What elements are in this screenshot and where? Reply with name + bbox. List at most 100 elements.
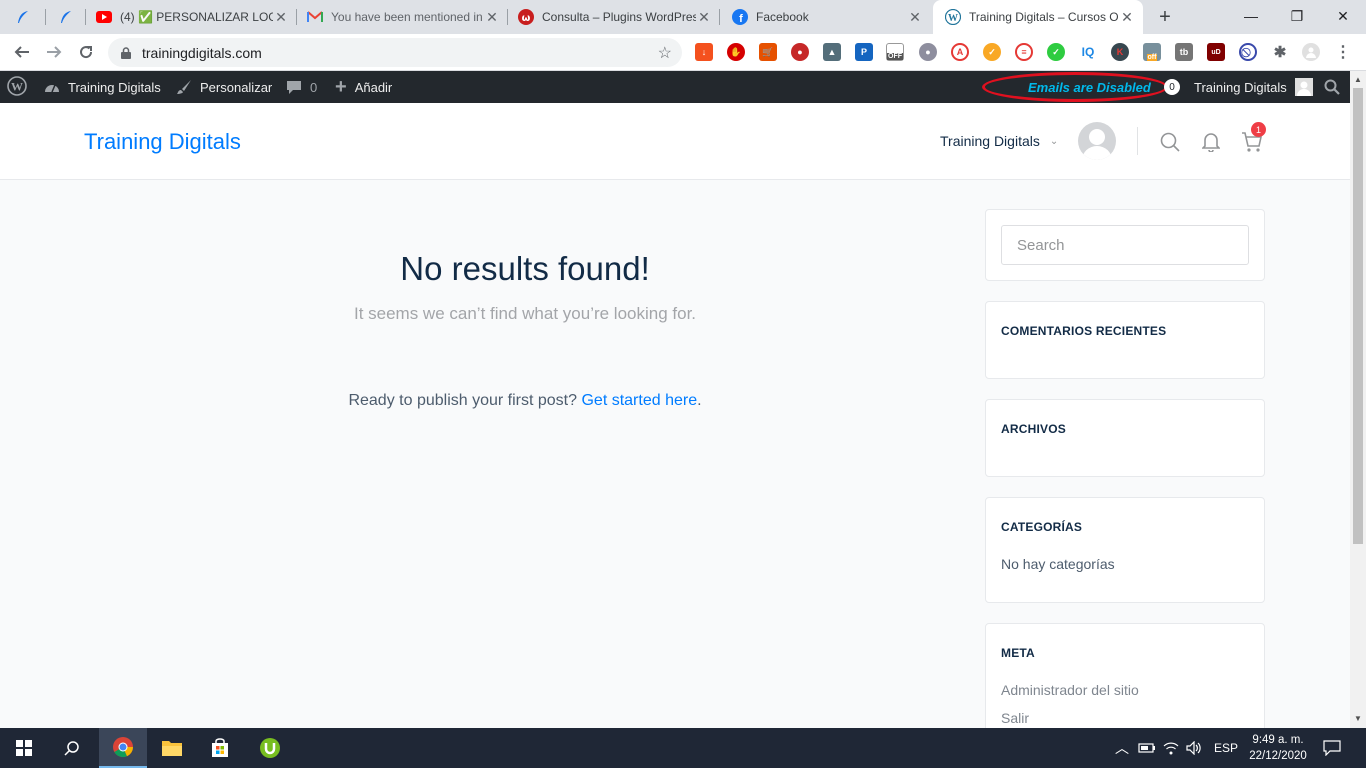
customize-label: Personalizar (200, 79, 273, 95)
stop-extension-icon[interactable]: ✋ (727, 43, 745, 61)
feather-icon (58, 9, 74, 25)
puzzle-extensions-icon[interactable]: ✱ (1271, 43, 1289, 61)
close-window-button[interactable]: ✕ (1320, 0, 1366, 32)
header-search-button[interactable] (1159, 131, 1181, 153)
close-tab-icon[interactable]: ✕ (907, 9, 923, 26)
wp-logo-menu[interactable]: W (7, 71, 27, 103)
no-categories-text: No hay categorías (1001, 556, 1115, 572)
list-extension-icon[interactable]: ≡ (1015, 43, 1033, 61)
scrollbar-thumb[interactable] (1353, 88, 1363, 544)
add-new-menu[interactable]: + Añadir (335, 71, 392, 103)
chevron-up-icon: ︿ (1115, 740, 1129, 756)
browser-toolbar: trainingdigitals.com ☆ ↓ ✋ 🛒 ● ▲ P OFF ●… (0, 34, 1366, 71)
notification-counter[interactable]: 0 (1164, 71, 1180, 103)
svg-text:f: f (739, 13, 743, 25)
pinned-tab-2[interactable] (46, 0, 86, 34)
store-bag-icon (212, 738, 228, 757)
my-account-menu[interactable]: Training Digitals (1194, 71, 1313, 103)
forward-button[interactable] (42, 40, 66, 64)
cart-extension-icon[interactable]: 🛒 (759, 43, 777, 61)
wifi-tray[interactable] (1163, 728, 1179, 768)
bookmark-star-icon[interactable]: ☆ (658, 43, 672, 63)
tab-training-digitals[interactable]: W Training Digitals – Cursos Online ✕ (933, 0, 1143, 34)
sidebar-search-input[interactable]: Search (1001, 225, 1249, 265)
k-extension-icon[interactable]: K (1111, 43, 1129, 61)
back-button[interactable] (10, 40, 34, 64)
dashboard-gauge-icon (44, 80, 60, 94)
lock-icon (120, 46, 132, 59)
comments-menu[interactable]: 0 (286, 71, 317, 103)
download-extension-icon[interactable]: ↓ (695, 43, 713, 61)
tb-extension-icon[interactable]: tb (1175, 43, 1193, 61)
archives-title: ARCHIVOS (1001, 422, 1066, 436)
iq-extension-icon[interactable]: IQ (1079, 43, 1097, 61)
close-tab-icon[interactable]: ✕ (484, 9, 500, 26)
paintbrush-icon (176, 79, 192, 95)
notifications-button[interactable] (1200, 131, 1222, 153)
new-tab-button[interactable]: + (1151, 0, 1179, 34)
customize-menu[interactable]: Personalizar (176, 71, 272, 103)
taskbar-chrome[interactable] (99, 728, 147, 768)
svg-text:W: W (11, 79, 23, 93)
hand-extension-icon[interactable]: ● (791, 43, 809, 61)
folder-icon (162, 741, 182, 756)
block-extension-icon[interactable]: ⃠ (1239, 43, 1257, 61)
orange-extension-icon[interactable]: ✓ (983, 43, 1001, 61)
meta-link-logout[interactable]: Salir (1001, 710, 1029, 726)
search-placeholder: Search (1017, 236, 1065, 254)
reload-button[interactable] (74, 40, 98, 64)
site-header: Training Digitals Training Digitals ⌄ 1 (0, 103, 1350, 180)
taskbar-file-explorer[interactable] (148, 728, 196, 768)
language-indicator[interactable]: ESP (1214, 728, 1238, 768)
address-bar[interactable]: trainingdigitals.com ☆ (108, 38, 682, 67)
menu-kebab-icon[interactable]: ⋮ (1334, 43, 1352, 61)
a-extension-icon[interactable]: A (951, 43, 969, 61)
feather-icon (15, 9, 31, 25)
admin-search-button[interactable] (1324, 71, 1340, 103)
header-divider (1137, 127, 1138, 155)
check-extension-icon[interactable]: ✓ (1047, 43, 1065, 61)
header-user-menu[interactable]: Training Digitals ⌄ (940, 133, 1058, 149)
show-hidden-icons[interactable]: ︿ (1115, 728, 1129, 768)
meta-link-site-admin[interactable]: Administrador del sitio (1001, 682, 1139, 698)
taskbar-store[interactable] (196, 728, 244, 768)
ublock-extension-icon[interactable]: uD (1207, 43, 1225, 61)
tab-consulta[interactable]: ω Consulta – Plugins WordPress ✕ (508, 0, 720, 34)
tab-youtube[interactable]: (4) ✅ PERSONALIZAR LOGIN ✕ (86, 0, 297, 34)
page-extension-icon[interactable]: P (855, 43, 873, 61)
scroll-up-arrow-icon[interactable]: ▲ (1354, 75, 1362, 84)
user-avatar[interactable] (1078, 122, 1116, 160)
url-text: trainingdigitals.com (142, 44, 262, 61)
close-tab-icon[interactable]: ✕ (273, 9, 289, 26)
site-title-link[interactable]: Training Digitals (84, 129, 241, 155)
tab-facebook[interactable]: f Facebook ✕ (720, 0, 931, 34)
pinned-tab-1[interactable] (0, 0, 46, 34)
off2-extension-icon[interactable]: off (1143, 43, 1161, 61)
tab-title: (4) ✅ PERSONALIZAR LOGIN (120, 10, 273, 24)
get-started-link[interactable]: Get started here (581, 392, 697, 409)
taskbar-search-button[interactable] (48, 728, 96, 768)
scroll-down-arrow-icon[interactable]: ▼ (1354, 714, 1362, 723)
circle-extension-icon[interactable]: ● (919, 43, 937, 61)
off-extension-icon[interactable]: OFF (886, 43, 904, 61)
restore-button[interactable]: ❐ (1274, 0, 1320, 32)
action-center-button[interactable] (1323, 728, 1341, 768)
volume-tray[interactable] (1186, 728, 1202, 768)
recent-comments-title: COMENTARIOS RECIENTES (1001, 324, 1167, 338)
page-scrollbar[interactable]: ▲ ▼ (1350, 71, 1366, 728)
admin-site-name-menu[interactable]: Training Digitals (44, 71, 161, 103)
tab-gmail[interactable]: You have been mentioned in ✕ (297, 0, 508, 34)
taskbar-clock[interactable]: 9:49 a. m. 22/12/2020 (1238, 732, 1318, 764)
start-button[interactable] (0, 728, 48, 768)
battery-tray[interactable] (1138, 728, 1156, 768)
close-tab-icon[interactable]: ✕ (1119, 9, 1135, 26)
browser-tab-strip: (4) ✅ PERSONALIZAR LOGIN ✕ You have been… (0, 0, 1366, 34)
taskbar-utorrent[interactable] (246, 728, 294, 768)
image-extension-icon[interactable]: ▲ (823, 43, 841, 61)
add-new-label: Añadir (354, 79, 393, 95)
minimize-button[interactable]: — (1228, 0, 1274, 32)
forward-arrow-icon (47, 46, 62, 58)
search-icon (1160, 132, 1180, 152)
profile-avatar-icon[interactable] (1302, 43, 1320, 61)
close-tab-icon[interactable]: ✕ (696, 9, 712, 26)
